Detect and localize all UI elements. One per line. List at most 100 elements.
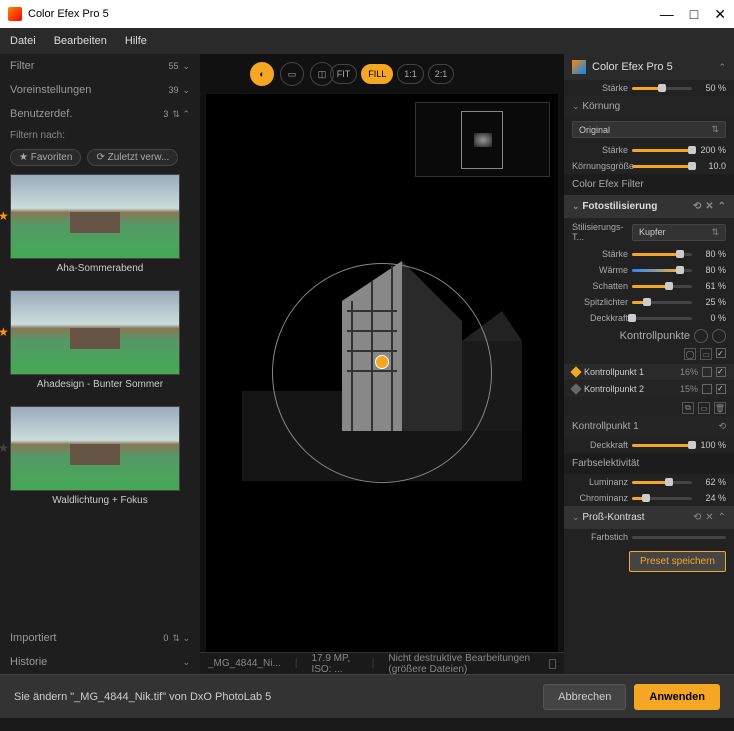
filter-fotostilisierung[interactable]: ⌄ Fotostilisierung ⟲ ✕ ⌃ xyxy=(564,195,734,218)
center-panel: ◐ ▭ ◫ FIT FILL 1:1 2:1 xyxy=(200,54,564,674)
chevron-updown-icon: ⇅ xyxy=(711,124,719,135)
star-icon[interactable]: ★ xyxy=(0,441,9,455)
preset-label: Ahadesign - Bunter Sommer xyxy=(10,375,190,394)
close-filter-icon[interactable]: ✕ xyxy=(705,512,713,523)
chip-favorites[interactable]: ★ Favoriten xyxy=(10,149,81,166)
section-custom[interactable]: Benutzerdef. 3 ⇅ ⌃ xyxy=(0,102,200,126)
close-filter-icon[interactable]: ✕ xyxy=(705,201,713,212)
slider-foto-staerke[interactable]: Stärke 80 % xyxy=(564,246,734,262)
status-info: 17.9 MP, ISO: ... xyxy=(311,653,357,675)
maximize-button[interactable]: □ xyxy=(690,6,698,23)
collapse-icon[interactable]: ⌃ xyxy=(718,201,726,212)
section-filter[interactable]: Filter 55 ⌄ xyxy=(0,54,200,78)
style-select[interactable]: Kupfer⇅ xyxy=(632,224,726,241)
slider-spitzlichter[interactable]: Spitzlichter 25 % xyxy=(564,294,734,310)
mode-checkbox[interactable] xyxy=(549,659,556,669)
zoom-2-1[interactable]: 2:1 xyxy=(428,64,455,84)
toolbar: ◐ ▭ ◫ FIT FILL 1:1 2:1 xyxy=(200,54,564,94)
collapse-icon[interactable]: ⌃ xyxy=(718,62,726,73)
image-canvas[interactable] xyxy=(206,94,558,652)
kp-tool-1[interactable]: ◯ xyxy=(684,348,696,360)
footer: Sie ändern "_MG_4844_Nik.tif" von DxO Ph… xyxy=(0,674,734,718)
preset-thumb xyxy=(10,290,180,375)
cancel-button[interactable]: Abbrechen xyxy=(543,684,626,710)
close-button[interactable]: ✕ xyxy=(714,6,726,23)
kp-enable-check[interactable] xyxy=(716,384,726,394)
kp-enable-check[interactable] xyxy=(716,367,726,377)
reset-icon[interactable]: ⟲ xyxy=(693,512,701,523)
control-point-marker[interactable] xyxy=(375,355,389,369)
add-line-icon[interactable] xyxy=(712,329,726,343)
section-cef-filter: Color Efex Filter xyxy=(564,174,734,195)
custom-label: Benutzerdef. xyxy=(10,108,72,120)
sidebyside-icon[interactable]: ◫ xyxy=(310,62,334,86)
slider-grain-size[interactable]: Körnungsgröße 10.0 xyxy=(564,158,734,174)
zoom-fill[interactable]: FILL xyxy=(361,64,393,84)
preset-item[interactable]: ★ Waldlichtung + Fokus xyxy=(10,406,190,510)
slider-chrominanz[interactable]: Chrominanz 24 % xyxy=(564,490,734,506)
kp-dup-icon[interactable]: ▭ xyxy=(698,402,710,414)
kp-visible-check[interactable] xyxy=(702,367,712,377)
navigator[interactable] xyxy=(415,102,550,177)
preset-save-button[interactable]: Preset speichern xyxy=(629,551,726,572)
chevron-down-icon: ⌄ xyxy=(182,61,190,72)
menu-file[interactable]: Datei xyxy=(10,35,36,47)
right-title: Color Efex Pro 5 xyxy=(592,61,673,73)
menubar: Datei Bearbeiten Hilfe xyxy=(0,28,734,54)
slider-grain-staerke[interactable]: Stärke 200 % xyxy=(564,142,734,158)
collapse-icon[interactable]: ⌃ xyxy=(718,512,726,523)
star-icon[interactable]: ★ xyxy=(0,209,9,223)
zoom-1-1[interactable]: 1:1 xyxy=(397,64,424,84)
kontrollpunkte-label: Kontrollpunkte xyxy=(620,330,690,342)
compare-icon[interactable]: ◐ xyxy=(250,62,274,86)
apply-button[interactable]: Anwenden xyxy=(634,684,720,710)
left-panel: Filter 55 ⌄ Voreinstellungen 39 ⌄ Benutz… xyxy=(0,54,200,674)
preset-label: Aha-Sommerabend xyxy=(10,259,190,278)
history-label: Historie xyxy=(10,656,47,668)
preset-item[interactable]: ★ Ahadesign - Bunter Sommer xyxy=(10,290,190,394)
kp-row[interactable]: Kontrollpunkt 1 16% xyxy=(564,364,734,380)
kp-tool-2[interactable]: ▭ xyxy=(700,348,712,360)
reset-icon[interactable]: ⟲ xyxy=(718,421,726,432)
presets-label: Voreinstellungen xyxy=(10,84,91,96)
add-point-icon[interactable] xyxy=(694,329,708,343)
reset-icon[interactable]: ⟲ xyxy=(693,201,701,212)
slider-deckkraft[interactable]: Deckkraft 0 % xyxy=(564,310,734,326)
slider-staerke-top[interactable]: Stärke 50 % xyxy=(564,80,734,96)
kp-tool-check[interactable] xyxy=(716,348,726,358)
preset-label: Waldlichtung + Fokus xyxy=(10,491,190,510)
section-presets[interactable]: Voreinstellungen 39 ⌄ xyxy=(0,78,200,102)
slider-schatten[interactable]: Schatten 61 % xyxy=(564,278,734,294)
slider-kp-deck[interactable]: Deckkraft 100 % xyxy=(564,437,734,453)
chip-recent[interactable]: ⟳ Zuletzt verw... xyxy=(87,149,178,166)
split-icon[interactable]: ▭ xyxy=(280,62,304,86)
kp-visible-check[interactable] xyxy=(702,384,712,394)
window-title: Color Efex Pro 5 xyxy=(28,8,109,20)
chevron-updown-icon: ⇅ xyxy=(711,227,719,238)
section-grain[interactable]: ⌄ Körnung xyxy=(564,96,734,117)
filterby-label: Filtern nach: xyxy=(0,126,200,145)
section-imported[interactable]: Importiert 0 ⇅ ⌄ xyxy=(0,626,200,650)
slider-luminanz[interactable]: Luminanz 62 % xyxy=(564,474,734,490)
kp-row[interactable]: Kontrollpunkt 2 15% xyxy=(564,381,734,397)
section-kp1[interactable]: Kontrollpunkt 1 ⟲ xyxy=(564,416,734,437)
preset-thumb xyxy=(10,406,180,491)
filter-prokontrast[interactable]: ⌄ Proß-Kontrast ⟲ ✕ ⌃ xyxy=(564,506,734,529)
kp-delete-icon[interactable]: 🗑 xyxy=(714,402,726,414)
minimize-button[interactable]: — xyxy=(660,6,674,23)
titlebar: Color Efex Pro 5 — □ ✕ xyxy=(0,0,734,28)
app-icon xyxy=(8,7,22,21)
statusbar: _MG_4844_Ni... | 17.9 MP, ISO: ... | Nic… xyxy=(200,652,564,674)
menu-edit[interactable]: Bearbeiten xyxy=(54,35,107,47)
status-filename: _MG_4844_Ni... xyxy=(208,658,281,669)
grain-select[interactable]: Original⇅ xyxy=(572,121,726,138)
kp-copy-icon[interactable]: ⧉ xyxy=(682,402,694,414)
menu-help[interactable]: Hilfe xyxy=(125,35,147,47)
control-circle[interactable] xyxy=(272,263,492,483)
chevron-updown-icon: ⇅ ⌃ xyxy=(172,109,190,120)
section-history[interactable]: Historie ⌄ xyxy=(0,650,200,674)
slider-waerme[interactable]: Wärme 80 % xyxy=(564,262,734,278)
preset-item[interactable]: ★ Aha-Sommerabend xyxy=(10,174,190,278)
star-icon[interactable]: ★ xyxy=(0,325,9,339)
imported-label: Importiert xyxy=(10,632,56,644)
